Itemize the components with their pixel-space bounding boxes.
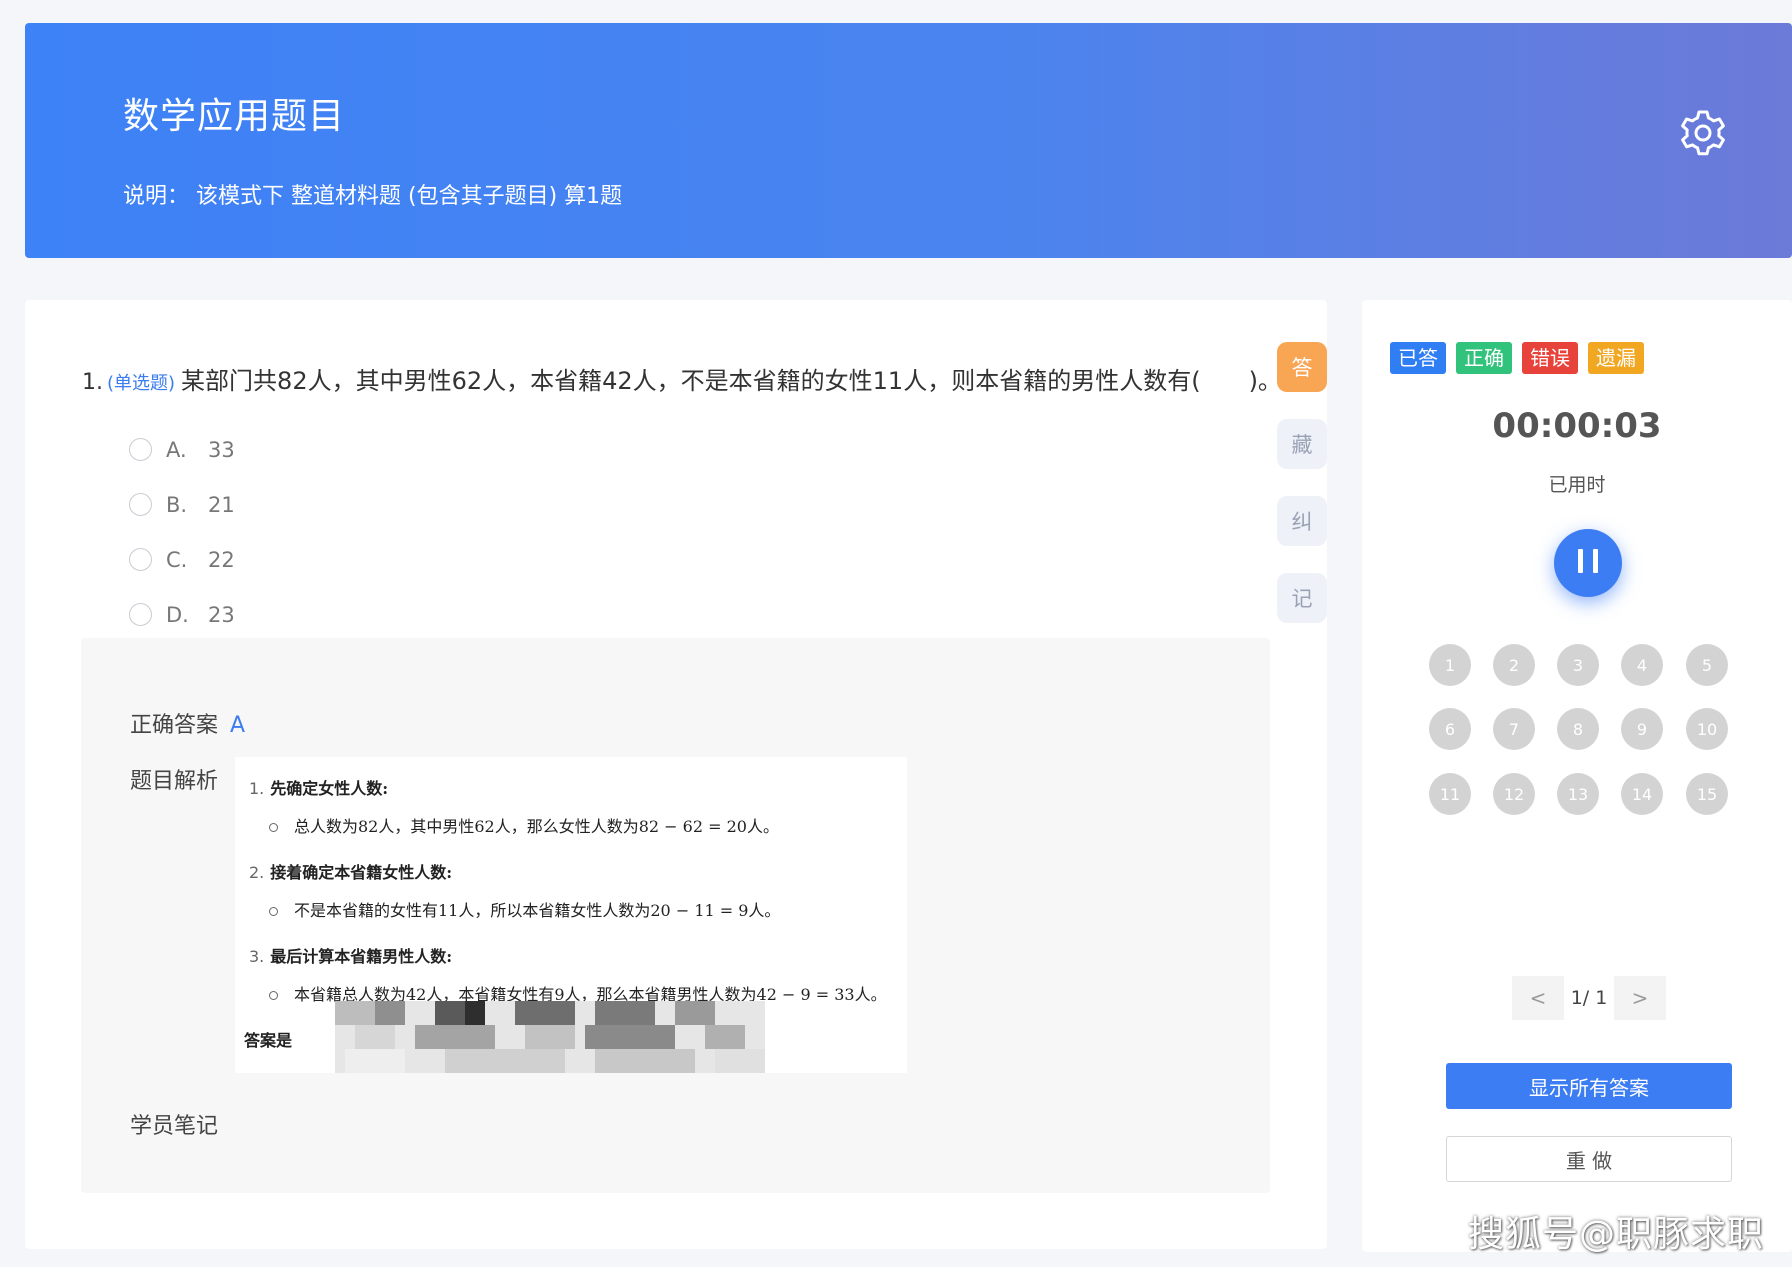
analysis-step-1: 1. 先确定女性人数:: [249, 779, 389, 798]
analysis-image: 1. 先确定女性人数: 总人数为82人，其中男性62人，那么女性人数为82 − 6…: [235, 757, 907, 1073]
redo-button[interactable]: 重 做: [1446, 1136, 1732, 1182]
page-title: 数学应用题目: [123, 96, 346, 137]
question-nav-7[interactable]: 7: [1493, 708, 1535, 750]
question-nav-4[interactable]: 4: [1621, 644, 1663, 686]
pause-button[interactable]: [1554, 529, 1622, 597]
analysis-step-1-detail: 总人数为82人，其中男性62人，那么女性人数为82 − 62 = 20人。: [269, 813, 779, 837]
question-card: 1. (单选题) 某部门共82人，其中男性62人，本省籍42人，不是本省籍的女性11…: [25, 300, 1327, 1249]
elapsed-time-label: 已用时: [1548, 474, 1606, 496]
report-error-tool-button[interactable]: 纠: [1277, 496, 1327, 546]
answer-tool-button[interactable]: 答: [1277, 342, 1327, 392]
question-nav-15[interactable]: 15: [1686, 773, 1728, 815]
legend-wrong: 错误: [1522, 342, 1578, 374]
analysis-step-2-detail: 不是本省籍的女性有11人，所以本省籍女性人数为20 − 11 = 9人。: [269, 897, 780, 921]
question-number: 1.: [82, 370, 103, 395]
elapsed-timer: 00:00:03: [1492, 406, 1662, 446]
question-stem-line: 1. (单选题) 某部门共82人，其中男性62人，本省籍42人，不是本省籍的女性11…: [82, 361, 1282, 396]
question-nav-5[interactable]: 5: [1686, 644, 1728, 686]
pagination: < 1/ 1 >: [1512, 976, 1666, 1020]
legend-answered: 已答: [1390, 342, 1446, 374]
option-list: A. 33 B. 21 C. 22 D. 23: [129, 422, 235, 642]
option-text: 23: [208, 602, 235, 627]
question-nav-13[interactable]: 13: [1557, 773, 1599, 815]
option-letter: C.: [166, 547, 188, 572]
radio-button[interactable]: [129, 548, 152, 571]
note-tool-button[interactable]: 记: [1277, 573, 1327, 623]
question-nav-10[interactable]: 10: [1686, 708, 1728, 750]
legend-missed: 遗漏: [1588, 342, 1644, 374]
option-d[interactable]: D. 23: [129, 587, 235, 642]
option-b[interactable]: B. 21: [129, 477, 235, 532]
correct-answer-label: 正确答案: [130, 713, 219, 738]
option-text: 22: [208, 547, 235, 572]
question-nav-2[interactable]: 2: [1493, 644, 1535, 686]
status-legend: 已答 正确 错误 遗漏: [1390, 342, 1644, 374]
question-nav-9[interactable]: 9: [1621, 708, 1663, 750]
option-text: 33: [208, 437, 235, 462]
question-nav-11[interactable]: 11: [1429, 773, 1471, 815]
radio-button[interactable]: [129, 438, 152, 461]
answer-panel: 正确答案 A 题目解析 1. 先确定女性人数: 总人数为82人，其中男性62人，那么…: [81, 638, 1270, 1193]
watermark: 搜狐号@职豚求职: [1468, 1214, 1765, 1255]
option-text: 21: [208, 492, 235, 517]
question-nav-8[interactable]: 8: [1557, 708, 1599, 750]
pause-icon: [1573, 549, 1603, 577]
show-all-answers-button[interactable]: 显示所有答案: [1446, 1063, 1732, 1109]
radio-button[interactable]: [129, 603, 152, 626]
correct-answer-row: 正确答案 A: [130, 707, 245, 739]
option-letter: B.: [166, 492, 188, 517]
redacted-area: [335, 1001, 765, 1073]
question-type-tag: (单选题): [107, 373, 176, 394]
favorite-tool-button[interactable]: 藏: [1277, 419, 1327, 469]
question-nav-3[interactable]: 3: [1557, 644, 1599, 686]
question-nav-14[interactable]: 14: [1621, 773, 1663, 815]
gear-icon[interactable]: [1678, 108, 1728, 158]
option-a[interactable]: A. 33: [129, 422, 235, 477]
legend-correct: 正确: [1456, 342, 1512, 374]
correct-answer-value: A: [230, 713, 246, 738]
option-letter: A.: [166, 437, 187, 462]
analysis-step-3: 3. 最后计算本省籍男性人数:: [249, 947, 453, 966]
side-toolbar: 答 藏 纠 记: [1277, 342, 1327, 650]
option-letter: D.: [166, 602, 189, 627]
mode-description: 说明： 该模式下 整道材料题 (包含其子题目) 算1题: [123, 184, 623, 209]
question-stem: 某部门共82人，其中男性62人，本省籍42人，不是本省籍的女性11人，则本省籍的…: [181, 367, 1282, 395]
option-c[interactable]: C. 22: [129, 532, 235, 587]
prev-page-button[interactable]: <: [1512, 976, 1564, 1020]
radio-button[interactable]: [129, 493, 152, 516]
question-nav-1[interactable]: 1: [1429, 644, 1471, 686]
analysis-step-2: 2. 接着确定本省籍女性人数:: [249, 863, 453, 882]
student-notes-label: 学员笔记: [130, 1114, 219, 1139]
answer-sheet-panel: 已答 正确 错误 遗漏 00:00:03 已用时 1 2 3 4 5 6 7 8…: [1362, 300, 1792, 1252]
analysis-conclusion: 答案是: [244, 1031, 293, 1050]
question-nav-12[interactable]: 12: [1493, 773, 1535, 815]
next-page-button[interactable]: >: [1614, 976, 1666, 1020]
analysis-label: 题目解析: [130, 769, 219, 794]
header-banner: 数学应用题目 说明： 该模式下 整道材料题 (包含其子题目) 算1题: [25, 23, 1792, 258]
question-nav-6[interactable]: 6: [1429, 708, 1471, 750]
page-indicator: 1/ 1: [1570, 987, 1608, 1009]
